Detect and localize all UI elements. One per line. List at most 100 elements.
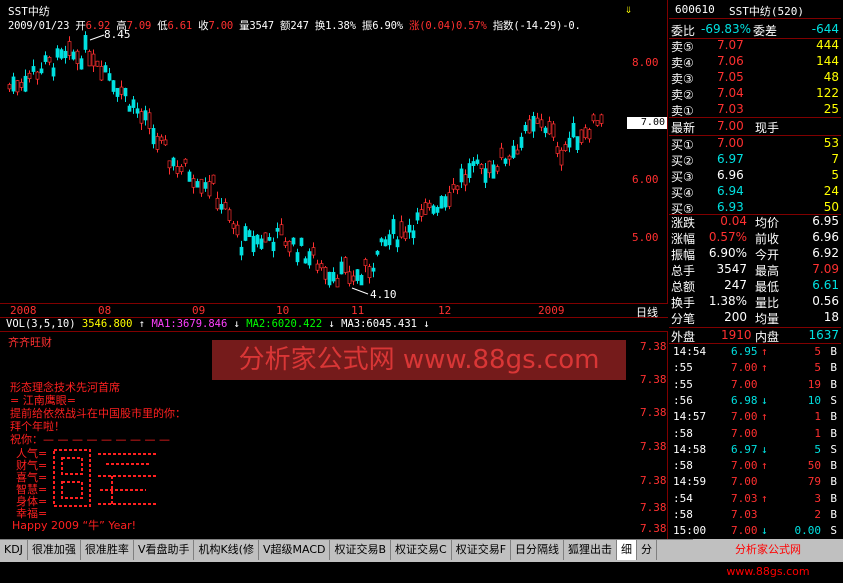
ma3: MA3:6045.431 bbox=[341, 318, 417, 330]
pin-icon[interactable]: ⇓ bbox=[625, 2, 632, 16]
candle-body bbox=[275, 228, 280, 232]
tab-0[interactable]: KDJ bbox=[0, 540, 28, 560]
tab-4[interactable]: 机构K线(修 bbox=[194, 540, 259, 560]
tab-6[interactable]: 权证交易B bbox=[330, 540, 392, 560]
candle-body bbox=[231, 223, 236, 229]
tab-5[interactable]: V超级MACD bbox=[259, 540, 331, 560]
ma1: MA1:3679.846 bbox=[151, 318, 228, 330]
candle-body bbox=[207, 181, 212, 197]
tick-time: :58 bbox=[673, 459, 693, 473]
tab-7[interactable]: 权证交易C bbox=[391, 540, 452, 560]
stat-value: 6.95 bbox=[812, 214, 839, 228]
tick-arrow: ↑ bbox=[761, 491, 768, 505]
min-price-label: 4.10 bbox=[370, 288, 397, 301]
tab-3[interactable]: V看盘助手 bbox=[134, 540, 195, 560]
panel-header: 600610 SST中纺(520) bbox=[669, 3, 839, 19]
stat-row: 涨幅 0.57% 前收 6.96 bbox=[669, 230, 839, 246]
candle-body bbox=[219, 204, 224, 210]
candle-body bbox=[183, 158, 188, 164]
price-axis: 8.00 6.00 5.00 bbox=[626, 0, 668, 303]
sell-level-row: 卖④ 7.06 144 bbox=[669, 54, 839, 70]
candle-body bbox=[187, 171, 192, 182]
candle-body bbox=[235, 224, 240, 236]
price-tick: 8.00 bbox=[632, 56, 659, 69]
tick-price: 7.00 bbox=[731, 475, 758, 489]
tab-8[interactable]: 权证交易F bbox=[452, 540, 512, 560]
date-tick: 2008 bbox=[10, 304, 37, 317]
date-tick: 10 bbox=[276, 304, 290, 317]
candle-body bbox=[259, 238, 264, 249]
tick-side: S bbox=[830, 442, 837, 456]
candle-body bbox=[439, 196, 444, 209]
stat-value: 6.96 bbox=[812, 230, 839, 244]
candle-body bbox=[83, 35, 88, 50]
diff-value: -644 bbox=[811, 22, 839, 36]
tick-row: 14:54 6.95 ↑ 5 B bbox=[669, 345, 839, 362]
candle-body bbox=[427, 202, 432, 208]
candle-body bbox=[35, 71, 40, 80]
candle-body bbox=[483, 168, 488, 183]
tick-row: :58 7.03 2 B bbox=[669, 508, 839, 525]
sell-price: 7.06 bbox=[717, 54, 744, 68]
sell-label: 卖④ bbox=[671, 56, 694, 70]
candle-body bbox=[111, 80, 116, 92]
tab-11[interactable]: 细 bbox=[617, 540, 638, 560]
tab-1[interactable]: 很准加强 bbox=[28, 540, 81, 560]
tick-side: B bbox=[830, 377, 837, 391]
buy-price: 6.96 bbox=[717, 168, 744, 182]
stat-label: 总额 bbox=[671, 280, 696, 294]
ma2: MA2:6020.422 bbox=[246, 318, 323, 330]
candle-body bbox=[67, 41, 72, 56]
candle-body bbox=[491, 164, 496, 179]
stat-label: 最高 bbox=[755, 264, 780, 278]
formula-tick: 7.38 bbox=[640, 501, 667, 514]
footer-logo: 分析家公式网 www.88gs.com bbox=[693, 539, 843, 578]
tick-volume: 5 bbox=[814, 442, 821, 456]
candle-body bbox=[31, 66, 36, 72]
candle-body bbox=[303, 258, 308, 264]
buy-level-row: 买② 6.97 7 bbox=[669, 152, 839, 168]
candle-body bbox=[87, 51, 92, 67]
candle-body bbox=[335, 278, 340, 288]
candle-body bbox=[587, 129, 592, 140]
candle-body bbox=[135, 108, 140, 114]
tab-9[interactable]: 日分隔线 bbox=[511, 540, 565, 560]
formula-tick: 7.38 bbox=[640, 340, 667, 353]
candle-body bbox=[387, 234, 392, 246]
candle-body bbox=[435, 207, 440, 213]
sell-label: 卖③ bbox=[671, 72, 694, 86]
stat-value: 6.92 bbox=[812, 246, 839, 260]
candle-body bbox=[579, 129, 584, 143]
stat-row: 总额 247 最低 6.61 bbox=[669, 278, 839, 294]
tick-arrow: ↑ bbox=[761, 361, 768, 375]
stat-label: 总手 bbox=[671, 264, 696, 278]
tick-row: 14:57 7.00 ↑ 1 B bbox=[669, 410, 839, 427]
candle-body bbox=[243, 226, 248, 241]
candle-body bbox=[223, 202, 228, 210]
stat-value: 7.09 bbox=[812, 262, 839, 276]
stock-code: 600610 bbox=[675, 3, 715, 16]
ratio-label: 委比 bbox=[671, 24, 696, 38]
stat-label: 最低 bbox=[755, 280, 780, 294]
stat-label: 均量 bbox=[755, 312, 780, 326]
tab-10[interactable]: 狐狸出击 bbox=[564, 540, 618, 560]
tick-row: :55 7.00 19 B bbox=[669, 378, 839, 395]
buy-price: 7.00 bbox=[717, 136, 744, 150]
candle-body bbox=[127, 105, 132, 112]
formula-name: 齐齐旺财 bbox=[8, 336, 52, 349]
candle-body bbox=[419, 209, 424, 217]
inner-value: 1637 bbox=[808, 328, 839, 342]
last-row: 最新 7.00 现手 bbox=[669, 119, 839, 135]
formula-tick: 7.38 bbox=[640, 440, 667, 453]
buy-price: 6.94 bbox=[717, 184, 744, 198]
stat-label: 振幅 bbox=[671, 248, 696, 262]
period-label[interactable]: 日线 bbox=[636, 304, 658, 320]
candle-body bbox=[7, 84, 12, 90]
tab-2[interactable]: 很准胜率 bbox=[81, 540, 134, 560]
tick-time: 14:58 bbox=[673, 442, 707, 456]
tab-12[interactable]: 分 bbox=[637, 540, 658, 560]
tick-side: B bbox=[830, 345, 837, 358]
buy-price: 6.93 bbox=[717, 200, 744, 214]
stat-label: 分笔 bbox=[671, 312, 696, 326]
ratio-value: -69.83% bbox=[701, 22, 752, 36]
